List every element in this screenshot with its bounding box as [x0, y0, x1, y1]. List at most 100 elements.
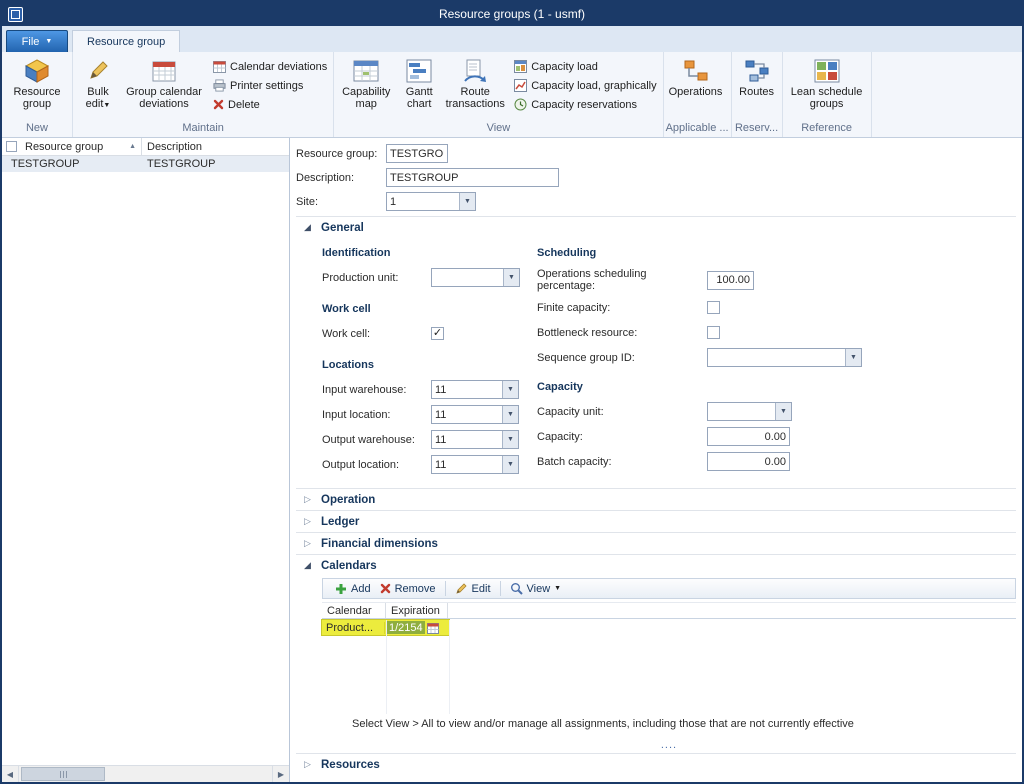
tab-resource-group[interactable]: Resource group	[72, 30, 180, 52]
expand-triangle-icon[interactable]: ▷	[304, 494, 314, 505]
section-title-ledger: Ledger	[321, 516, 359, 528]
routes-button[interactable]: Routes	[734, 53, 780, 98]
chevron-down-icon[interactable]: ▼	[502, 431, 518, 448]
expand-triangle-icon[interactable]: ▷	[304, 538, 314, 549]
gantt-chart-button[interactable]: Gantt chart	[396, 53, 442, 110]
capacity-unit-combobox[interactable]: ▼	[707, 402, 792, 421]
resource-group-detail-form: Resource group: Description: Site: 1 ▼	[290, 138, 1022, 782]
add-label: Add	[351, 583, 371, 595]
column-header-expiration[interactable]: Expiration	[386, 603, 448, 618]
ribbon-group-new: Resource group New	[2, 52, 73, 137]
app-icon	[8, 7, 23, 22]
ribbon-group-applicable-label: Applicable ...	[666, 122, 729, 137]
delete-button[interactable]: Delete	[213, 97, 327, 112]
column-header-description[interactable]: Description	[142, 138, 289, 155]
edit-button[interactable]: Edit	[455, 582, 491, 595]
capability-map-label: Capability map	[339, 86, 393, 110]
operations-scheduling-percentage-field[interactable]	[707, 271, 754, 290]
operations-button[interactable]: Operations	[666, 53, 726, 98]
toolbar-separator	[500, 581, 501, 596]
bulk-edit-button[interactable]: Bulk edit▼	[75, 53, 121, 112]
section-header-financial-dimensions[interactable]: ▷ Financial dimensions	[296, 532, 1016, 554]
group-calendar-deviations-button[interactable]: Group calendar deviations	[121, 53, 207, 110]
list-row-testgroup[interactable]: TESTGROUP TESTGROUP	[2, 156, 289, 172]
chevron-down-icon[interactable]: ▼	[502, 406, 518, 423]
output-warehouse-value: 11	[432, 431, 502, 448]
more-indicator[interactable]: ....	[322, 739, 1016, 751]
work-cell-label: Work cell:	[322, 328, 431, 340]
chevron-down-icon[interactable]: ▼	[845, 349, 861, 366]
input-location-combobox[interactable]: 11 ▼	[431, 405, 519, 424]
site-combobox[interactable]: 1 ▼	[386, 192, 476, 211]
bottleneck-resource-checkbox[interactable]	[707, 326, 720, 339]
horizontal-scrollbar[interactable]: ◀ ▶	[2, 765, 289, 782]
date-picker-icon[interactable]	[427, 622, 439, 634]
resource-group-new-label: Resource group	[7, 86, 67, 110]
expand-triangle-icon[interactable]: ▷	[304, 759, 314, 770]
input-warehouse-combobox[interactable]: 11 ▼	[431, 380, 519, 399]
view-menu-button[interactable]: View ▼	[510, 582, 562, 595]
pencil-icon	[86, 57, 110, 84]
remove-button[interactable]: Remove	[380, 583, 436, 595]
section-header-calendars[interactable]: ◢ Calendars	[296, 554, 1016, 576]
description-field[interactable]	[386, 168, 559, 187]
resource-group-field[interactable]	[386, 144, 448, 163]
work-cell-checkbox[interactable]: ✓	[431, 327, 444, 340]
group-calendar-deviations-label: Group calendar deviations	[124, 86, 204, 110]
section-title-financial-dimensions: Financial dimensions	[321, 538, 438, 550]
output-warehouse-combobox[interactable]: 11 ▼	[431, 430, 519, 449]
locations-subheader: Locations	[322, 359, 537, 371]
header-fields: Resource group: Description: Site: 1 ▼	[296, 144, 1022, 216]
collapse-triangle-icon[interactable]: ◢	[304, 560, 314, 571]
printer-settings-button[interactable]: Printer settings	[213, 78, 327, 93]
magnifier-icon	[510, 582, 523, 595]
calendars-grid-body: Product... 1/2154	[322, 620, 1016, 714]
route-document-icon	[462, 57, 488, 84]
output-location-combobox[interactable]: 11 ▼	[431, 455, 519, 474]
chevron-down-icon[interactable]: ▼	[502, 381, 518, 398]
capacity-load-label: Capacity load	[531, 61, 598, 73]
chevron-down-icon[interactable]: ▼	[775, 403, 791, 420]
chevron-down-icon[interactable]: ▼	[459, 193, 475, 210]
expiration-cell[interactable]: 1/2154	[385, 621, 447, 634]
production-unit-value	[432, 269, 503, 286]
resource-group-new-button[interactable]: Resource group	[4, 53, 70, 110]
expand-triangle-icon[interactable]: ▷	[304, 516, 314, 527]
section-header-general[interactable]: ◢ General	[296, 216, 1016, 238]
gantt-chart-icon	[406, 57, 432, 84]
capacity-load-graphically-button[interactable]: Capacity load, graphically	[514, 78, 656, 93]
file-menu-button[interactable]: File ▼	[6, 30, 68, 52]
remove-label: Remove	[395, 583, 436, 595]
production-unit-combobox[interactable]: ▼	[431, 268, 520, 287]
lean-schedule-groups-label: Lean schedule groups	[788, 86, 866, 110]
section-header-resources[interactable]: ▷ Resources	[296, 753, 1016, 775]
select-all-checkbox[interactable]	[6, 141, 17, 152]
lean-schedule-groups-button[interactable]: Lean schedule groups	[785, 53, 869, 110]
routes-label: Routes	[739, 86, 774, 98]
edit-pencil-icon	[455, 582, 468, 595]
finite-capacity-checkbox[interactable]	[707, 301, 720, 314]
resource-group-cube-icon	[24, 57, 50, 84]
add-button[interactable]: Add	[335, 583, 371, 595]
capacity-reservations-button[interactable]: Capacity reservations	[514, 97, 656, 112]
sequence-group-id-value	[708, 349, 845, 366]
work-cell-subheader: Work cell	[322, 303, 537, 315]
capacity-field[interactable]	[707, 427, 790, 446]
section-header-ledger[interactable]: ▷ Ledger	[296, 510, 1016, 532]
sequence-group-id-combobox[interactable]: ▼	[707, 348, 862, 367]
column-header-resource-group[interactable]: Resource group ▲	[20, 138, 142, 155]
section-header-operation[interactable]: ▷ Operation	[296, 488, 1016, 510]
chevron-down-icon[interactable]: ▼	[502, 456, 518, 473]
capacity-load-button[interactable]: Capacity load	[514, 59, 656, 74]
chevron-down-icon[interactable]: ▼	[503, 269, 519, 286]
scroll-left-icon[interactable]: ◀	[2, 766, 19, 782]
operations-label: Operations	[669, 86, 723, 98]
batch-capacity-field[interactable]	[707, 452, 790, 471]
calendar-deviations-button[interactable]: Calendar deviations	[213, 59, 327, 74]
route-transactions-button[interactable]: Route transactions	[442, 53, 508, 110]
scroll-right-icon[interactable]: ▶	[272, 766, 289, 782]
scrollbar-thumb[interactable]	[21, 767, 105, 781]
column-header-calendar[interactable]: Calendar	[322, 603, 386, 618]
capability-map-button[interactable]: Capability map	[336, 53, 396, 110]
collapse-triangle-icon[interactable]: ◢	[304, 222, 314, 233]
